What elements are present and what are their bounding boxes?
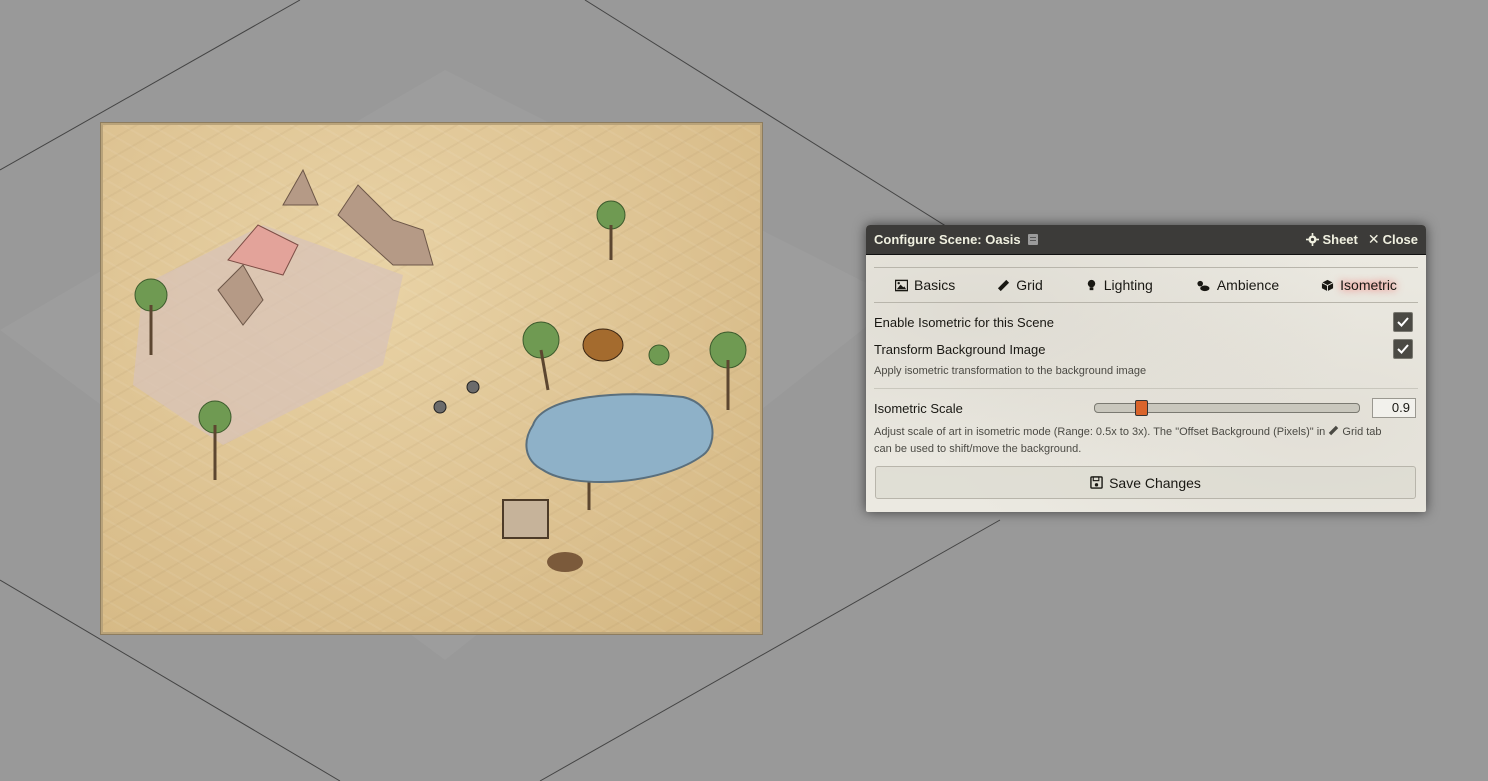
map-artwork — [133, 168, 747, 572]
slider-thumb[interactable] — [1135, 400, 1149, 416]
tab-grid[interactable]: Grid — [991, 273, 1048, 297]
save-changes-label: Save Changes — [1109, 474, 1201, 491]
isometric-scale-slider[interactable] — [1094, 400, 1360, 416]
tab-label: Basics — [914, 277, 956, 293]
cube-icon — [1321, 279, 1334, 291]
isometric-scale-value[interactable]: 0.9 — [1372, 398, 1416, 418]
isometric-scale-hint: Adjust scale of art in isometric mode (R… — [874, 424, 1418, 458]
divider — [874, 388, 1418, 389]
save-icon — [1090, 476, 1103, 489]
sheet-label: Sheet — [1322, 232, 1358, 247]
tab-label: Ambience — [1216, 277, 1280, 293]
dialog-title-text: Configure Scene: Oasis — [874, 232, 1021, 247]
player-tokens — [433, 380, 480, 414]
oasis-pond — [525, 393, 714, 483]
ruler-icon — [1329, 425, 1339, 436]
tab-label: Isometric — [1340, 277, 1397, 293]
check-icon — [1397, 344, 1409, 354]
transform-background-checkbox[interactable] — [1393, 339, 1413, 359]
tab-label: Lighting — [1103, 277, 1153, 293]
monster-token — [582, 328, 624, 362]
oasis-map-image[interactable] — [101, 123, 762, 634]
tab-label: Grid — [1016, 277, 1043, 293]
book-icon — [1027, 234, 1038, 245]
scale-hint-grid-tab: Grid tab — [1342, 426, 1382, 438]
tab-isometric[interactable]: Isometric — [1315, 273, 1403, 297]
transform-background-row: Transform Background Image — [874, 339, 1418, 359]
enable-isometric-label: Enable Isometric for this Scene — [874, 314, 1054, 330]
cloud-sun-icon — [1197, 280, 1210, 291]
transform-background-hint: Apply isometric transformation to the ba… — [874, 365, 1147, 377]
isometric-scale-label: Isometric Scale — [874, 400, 963, 416]
enable-isometric-checkbox[interactable] — [1393, 312, 1413, 332]
dialog-title: Configure Scene: Oasis — [874, 232, 1296, 247]
gear-icon — [1306, 233, 1320, 246]
scale-hint-text-2: can be used to shift/move the background… — [874, 443, 1082, 455]
scale-hint-text: Adjust scale of art in isometric mode (R… — [874, 426, 1326, 438]
configure-scene-dialog: Configure Scene: Oasis Sheet ✕ Close Bas… — [866, 225, 1426, 512]
lightbulb-icon — [1087, 279, 1095, 290]
close-icon: ✕ — [1367, 231, 1380, 247]
tab-ambience[interactable]: Ambience — [1189, 273, 1285, 297]
tab-basics[interactable]: Basics — [889, 273, 961, 297]
tab-lighting[interactable]: Lighting — [1079, 273, 1159, 297]
close-label: Close — [1382, 232, 1418, 247]
close-button[interactable]: ✕ Close — [1368, 231, 1418, 248]
transform-background-label: Transform Background Image — [874, 341, 1046, 357]
check-icon — [1397, 317, 1409, 327]
wagon — [502, 499, 583, 572]
enable-isometric-row: Enable Isometric for this Scene — [874, 312, 1418, 332]
tab-bar: Basics Grid Lighting Ambience Isometric — [874, 267, 1418, 303]
image-icon — [895, 279, 909, 291]
isometric-scale-row: Isometric Scale 0.9 — [874, 398, 1418, 418]
save-changes-button[interactable]: Save Changes — [875, 466, 1416, 499]
dialog-header[interactable]: Configure Scene: Oasis Sheet ✕ Close — [866, 225, 1426, 255]
sheet-button[interactable]: Sheet — [1306, 232, 1358, 247]
ruler-icon — [998, 279, 1010, 291]
